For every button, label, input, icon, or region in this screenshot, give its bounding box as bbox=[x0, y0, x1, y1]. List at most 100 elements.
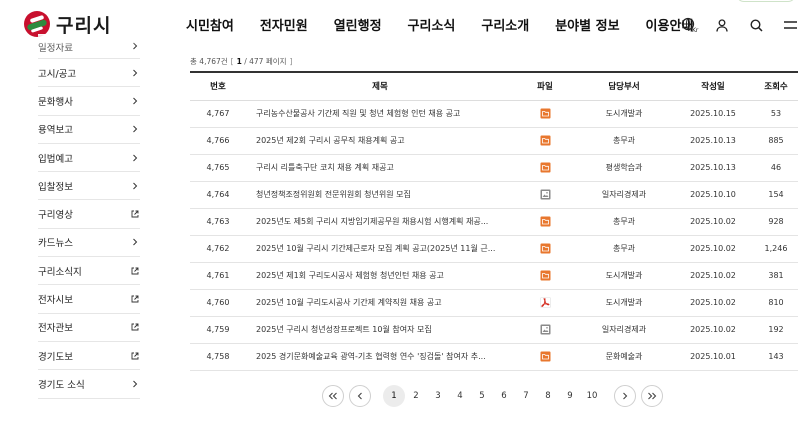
folder-file-icon[interactable] bbox=[540, 135, 551, 146]
chevron-right-icon bbox=[133, 182, 138, 190]
sidebar-item[interactable]: 전자시보 bbox=[38, 285, 140, 314]
row-title-link[interactable]: 2025년 제1회 구리도시공사 체험형 청년인턴 채용 공고 bbox=[246, 262, 514, 289]
prev-page-button[interactable] bbox=[349, 385, 371, 407]
lang-badge: Kr bbox=[692, 27, 699, 33]
sidebar-item[interactable]: 카드뉴스 bbox=[38, 229, 140, 258]
row-date: 2025.10.02 bbox=[690, 325, 736, 334]
sidebar-item[interactable]: 경기도보 bbox=[38, 342, 140, 371]
row-number: 4,766 bbox=[206, 136, 230, 145]
row-number: 4,767 bbox=[206, 109, 230, 118]
language-button[interactable]: Kr bbox=[680, 16, 700, 34]
sidebar-item[interactable]: 고시/공고 bbox=[38, 59, 140, 88]
page-number-button[interactable]: 8 bbox=[537, 385, 559, 407]
row-views: 381 bbox=[768, 271, 784, 280]
chevron-right-icon bbox=[133, 97, 138, 105]
next-page-button[interactable] bbox=[614, 385, 636, 407]
page-number-button[interactable]: 7 bbox=[515, 385, 537, 407]
external-link-icon bbox=[131, 210, 139, 218]
row-number: 4,765 bbox=[206, 163, 230, 172]
sidebar-item-label: 문화행사 bbox=[38, 96, 73, 108]
row-department: 도시개발과 bbox=[605, 109, 643, 118]
pdf-file-icon[interactable] bbox=[539, 297, 551, 308]
sidebar-item-label: 카드뉴스 bbox=[38, 238, 73, 250]
sidebar-item[interactable]: 문화행사 bbox=[38, 87, 140, 116]
sidebar-item[interactable]: 구리영상 bbox=[38, 200, 140, 229]
page-number-button[interactable]: 2 bbox=[405, 385, 427, 407]
page-number-button[interactable]: 4 bbox=[449, 385, 471, 407]
row-title-link[interactable]: 2025년 10월 구리도시공사 기간제 계약직원 채용 공고 bbox=[246, 289, 514, 316]
board-summary: 총 4,767건 [1 / 477 페이지] bbox=[190, 56, 293, 66]
table-row: 4,760 2025년 10월 구리도시공사 기간제 계약직원 채용 공고 도시개발… bbox=[190, 289, 798, 316]
row-title-link[interactable]: 2025년 구리시 청년성장프로젝트 10월 참여자 모집 bbox=[246, 316, 514, 343]
row-date: 2025.10.10 bbox=[690, 190, 736, 199]
folder-file-icon[interactable] bbox=[540, 162, 551, 173]
folder-file-icon[interactable] bbox=[540, 351, 551, 362]
nav-item-e-civil[interactable]: 전자민원 bbox=[260, 15, 308, 34]
folder-file-icon[interactable] bbox=[540, 270, 551, 281]
first-page-button[interactable] bbox=[322, 385, 344, 407]
menu-button[interactable] bbox=[782, 16, 798, 34]
total-count: 4,767건 bbox=[199, 56, 228, 66]
sidebar-item[interactable]: 용역보고 bbox=[38, 116, 140, 144]
table-row: 4,767 구리농수산물공사 기간제 직원 및 청년 체험형 인턴 채용 공고 도시… bbox=[190, 100, 798, 127]
row-title-link[interactable]: 2025년 제2회 구리시 공무직 채용계획 공고 bbox=[246, 127, 514, 154]
row-title-link[interactable]: 구리농수산물공사 기간제 직원 및 청년 체험형 인턴 채용 공고 bbox=[246, 100, 514, 127]
col-header-views: 조회수 bbox=[764, 82, 788, 93]
image-file-icon[interactable] bbox=[540, 189, 551, 200]
folder-file-icon[interactable] bbox=[540, 216, 551, 227]
page-number-button[interactable]: 5 bbox=[471, 385, 493, 407]
nav-item-field-info[interactable]: 분야별 정보 bbox=[555, 15, 619, 34]
row-file-cell bbox=[514, 100, 576, 127]
sidebar-item[interactable]: 전자관보 bbox=[38, 314, 140, 342]
sidebar-item[interactable]: 입법예고 bbox=[38, 144, 140, 173]
sidebar-item[interactable]: 입찰정보 bbox=[38, 172, 140, 201]
chevron-right-icon bbox=[133, 239, 138, 246]
folder-file-icon[interactable] bbox=[540, 243, 551, 254]
row-file-cell bbox=[514, 181, 576, 208]
nav-item-news[interactable]: 구리소식 bbox=[408, 15, 456, 34]
nav-item-citizen[interactable]: 시민참여 bbox=[186, 15, 234, 34]
row-title-link[interactable]: 청년정책조정위원회 전문위원회 청년위원 모집 bbox=[246, 181, 514, 208]
row-file-cell bbox=[514, 235, 576, 262]
globe-icon: Kr bbox=[681, 17, 699, 33]
main-nav: 시민참여 전자민원 열린행정 구리소식 구리소개 분야별 정보 이용안내 bbox=[186, 15, 693, 34]
row-views: 1,246 bbox=[764, 244, 788, 253]
folder-file-icon[interactable] bbox=[540, 108, 551, 119]
last-page-button[interactable] bbox=[641, 385, 663, 407]
sidebar-item[interactable]: 구리소식지 bbox=[38, 257, 140, 286]
user-icon bbox=[716, 18, 728, 32]
sidebar-item[interactable]: 경기도 소식 bbox=[38, 370, 140, 399]
row-number: 4,760 bbox=[206, 298, 230, 307]
nav-item-about[interactable]: 구리소개 bbox=[481, 15, 529, 34]
image-file-icon[interactable] bbox=[540, 324, 551, 335]
sidebar-item-label: 고시/공고 bbox=[38, 68, 77, 80]
board-table: 번호 제목 파일 담당부서 작성일 조회수 4,767 구리농수산물공사 기간제 … bbox=[190, 71, 798, 371]
row-department: 일자리경제과 bbox=[601, 325, 647, 334]
pagination: 1 2 3 4 5 6 7 8 9 10 bbox=[322, 385, 663, 407]
row-title-link[interactable]: 2025 경기문화예술교육 광역-기초 협력형 연수 '징검돌' 참여자 추..… bbox=[246, 343, 514, 370]
row-number: 4,762 bbox=[206, 244, 230, 253]
double-chevron-right-icon bbox=[648, 392, 657, 400]
row-views: 46 bbox=[770, 163, 782, 172]
search-button[interactable] bbox=[748, 16, 764, 34]
page-number-button[interactable]: 9 bbox=[559, 385, 581, 407]
search-icon bbox=[749, 18, 763, 32]
user-button[interactable] bbox=[714, 16, 730, 34]
row-date: 2025.10.02 bbox=[690, 217, 736, 226]
page-number-button[interactable]: 1 bbox=[383, 385, 405, 407]
current-page: 1 bbox=[236, 56, 242, 66]
nav-item-open-admin[interactable]: 열린행정 bbox=[334, 15, 382, 34]
row-file-cell bbox=[514, 289, 576, 316]
row-title-link[interactable]: 2025년 10월 구리시 기간제근로자 모집 계획 공고(2025년 11월 … bbox=[246, 235, 514, 262]
page-number-button[interactable]: 6 bbox=[493, 385, 515, 407]
row-title-link[interactable]: 구리시 리틀축구단 코치 채용 계획 재공고 bbox=[246, 154, 514, 181]
row-file-cell bbox=[514, 343, 576, 370]
table-row: 4,758 2025 경기문화예술교육 광역-기초 협력형 연수 '징검돌' 참여… bbox=[190, 343, 798, 370]
page-number-button[interactable]: 10 bbox=[581, 385, 603, 407]
row-views: 928 bbox=[768, 217, 784, 226]
row-file-cell bbox=[514, 127, 576, 154]
row-date: 2025.10.01 bbox=[690, 352, 736, 361]
row-title-link[interactable]: 2025년도 제5회 구리시 지방임기제공무원 채용시험 시행계획 재공... bbox=[246, 208, 514, 235]
sidebar-item-label: 입찰정보 bbox=[38, 181, 73, 193]
page-number-button[interactable]: 3 bbox=[427, 385, 449, 407]
